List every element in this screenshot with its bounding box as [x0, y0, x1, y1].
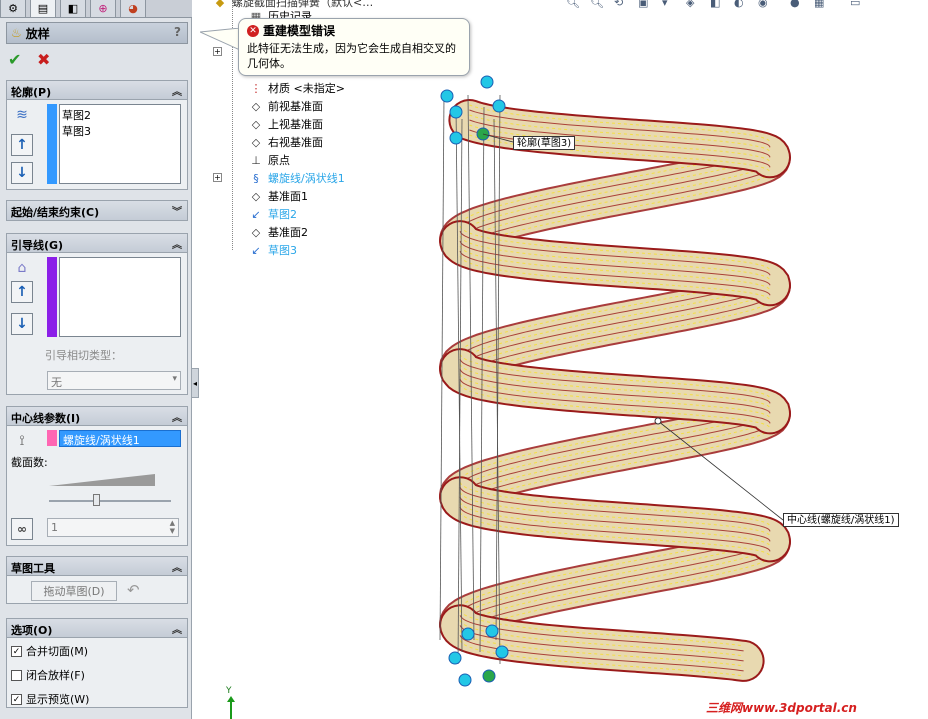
- origin-icon: ⊥: [251, 153, 261, 167]
- spring-coil-body: [441, 222, 789, 305]
- spring-coil-body: [441, 350, 789, 433]
- tree-item-label: 草图3: [268, 244, 297, 257]
- profile-handle: [495, 645, 509, 659]
- tree-item[interactable]: § 螺旋线/涡状线1: [248, 170, 345, 186]
- profile-handle: [492, 99, 506, 113]
- display-pane-icon[interactable]: ▭: [850, 0, 860, 9]
- profile-handle: [449, 131, 463, 145]
- tree-item-label: 上视基准面: [268, 118, 323, 131]
- profile-handle: [449, 105, 463, 119]
- tree-item-label: 材质 <未指定>: [268, 82, 345, 95]
- tree-item[interactable]: ⋮ 材质 <未指定>: [248, 80, 345, 96]
- profile-handle: [461, 627, 475, 641]
- edit-appearance-icon[interactable]: ◉: [758, 0, 768, 9]
- axis-y-label: Y: [226, 686, 232, 696]
- tree-item-label: 基准面1: [268, 190, 308, 203]
- tree-expand-helix[interactable]: +: [213, 173, 222, 182]
- plane-icon: ◇: [251, 117, 261, 131]
- tree-item[interactable]: ◇ 前视基准面: [248, 98, 323, 114]
- plane-icon: ◇: [251, 99, 261, 113]
- centerline-pick-point: [654, 417, 662, 425]
- profile-handle: [440, 89, 454, 103]
- zoom-area-icon[interactable]: 🔍︎: [590, 0, 604, 9]
- tree-item[interactable]: ↙ 草图3: [248, 242, 297, 258]
- tooltip-title-text: 重建模型错误: [263, 24, 336, 38]
- zoom-fit-icon[interactable]: 🔍︎: [566, 0, 580, 9]
- helix-icon: §: [253, 171, 259, 185]
- previous-view-icon[interactable]: ⟲: [614, 0, 623, 9]
- profile-handle: [485, 624, 499, 638]
- watermark: 三维网www.3dportal.cn: [706, 701, 857, 715]
- profile-callout[interactable]: 轮廓(草图3): [513, 136, 576, 150]
- tree-item[interactable]: ◇ 基准面1: [248, 188, 308, 204]
- dynamic-annotation-icon[interactable]: ▾: [662, 0, 668, 9]
- error-icon: ✕: [247, 24, 259, 37]
- tooltip-body: 此特征无法生成，因为它会生成自相交叉的几何体。: [247, 42, 456, 70]
- tree-item-label: 草图2: [268, 208, 297, 221]
- axis-y-arrow: [227, 696, 235, 702]
- sketch-icon: ↙: [251, 207, 261, 221]
- tree-item-label: 前视基准面: [268, 100, 323, 113]
- scene-icon[interactable]: ●: [790, 0, 800, 9]
- tree-item-label: 右视基准面: [268, 136, 323, 149]
- tooltip-title: ✕ 重建模型错误: [247, 22, 335, 39]
- sketch-icon: ↙: [251, 243, 261, 257]
- graphics-area[interactable]: [0, 0, 928, 719]
- tooltip-pointer: [200, 28, 240, 51]
- spring-coil-body: [441, 523, 789, 644]
- heads-up-view-toolbar: 🔍︎ 🔍︎ ⟲ ▣ ▾ ◈ ◧ ◐ ◉ ● ▦ ▭: [560, 0, 928, 12]
- tree-item[interactable]: ◇ 右视基准面: [248, 134, 323, 150]
- profile-handle: [482, 669, 496, 683]
- view-settings-icon[interactable]: ▦: [814, 0, 824, 9]
- plane-icon: ◇: [251, 135, 261, 149]
- plane-icon: ◇: [251, 189, 261, 203]
- spring-coil-body: [441, 478, 789, 561]
- display-style-icon[interactable]: ◧: [710, 0, 720, 9]
- material-icon: ⋮: [250, 81, 262, 95]
- tree-item-label: 原点: [268, 154, 290, 167]
- centerline-callout[interactable]: 中心线(螺旋线/涡状线1): [783, 513, 899, 527]
- tooltip-pointer-shape: [200, 28, 240, 51]
- tree-item[interactable]: ⊥ 原点: [248, 152, 290, 168]
- part-icon: ◆: [215, 0, 225, 9]
- tree-item[interactable]: ◇ 上视基准面: [248, 116, 323, 132]
- plane-icon: ◇: [251, 225, 261, 239]
- tree-item-label: 螺旋线/涡状线1: [268, 172, 345, 185]
- rebuild-error-tooltip: ✕ 重建模型错误 此特征无法生成，因为它会生成自相交叉的几何体。: [238, 18, 470, 76]
- profile-handle: [480, 75, 494, 89]
- view-orientation-icon[interactable]: ◈: [686, 0, 694, 9]
- axis-triad: [227, 696, 235, 719]
- tree-item[interactable]: ◇ 基准面2: [248, 224, 308, 240]
- section-view-icon[interactable]: ▣: [638, 0, 648, 9]
- hide-show-icon[interactable]: ◐: [734, 0, 744, 9]
- profile-handle: [458, 673, 472, 687]
- profile-handle: [448, 651, 462, 665]
- tree-item[interactable]: ↙ 草图2: [248, 206, 297, 222]
- tree-item-label: 基准面2: [268, 226, 308, 239]
